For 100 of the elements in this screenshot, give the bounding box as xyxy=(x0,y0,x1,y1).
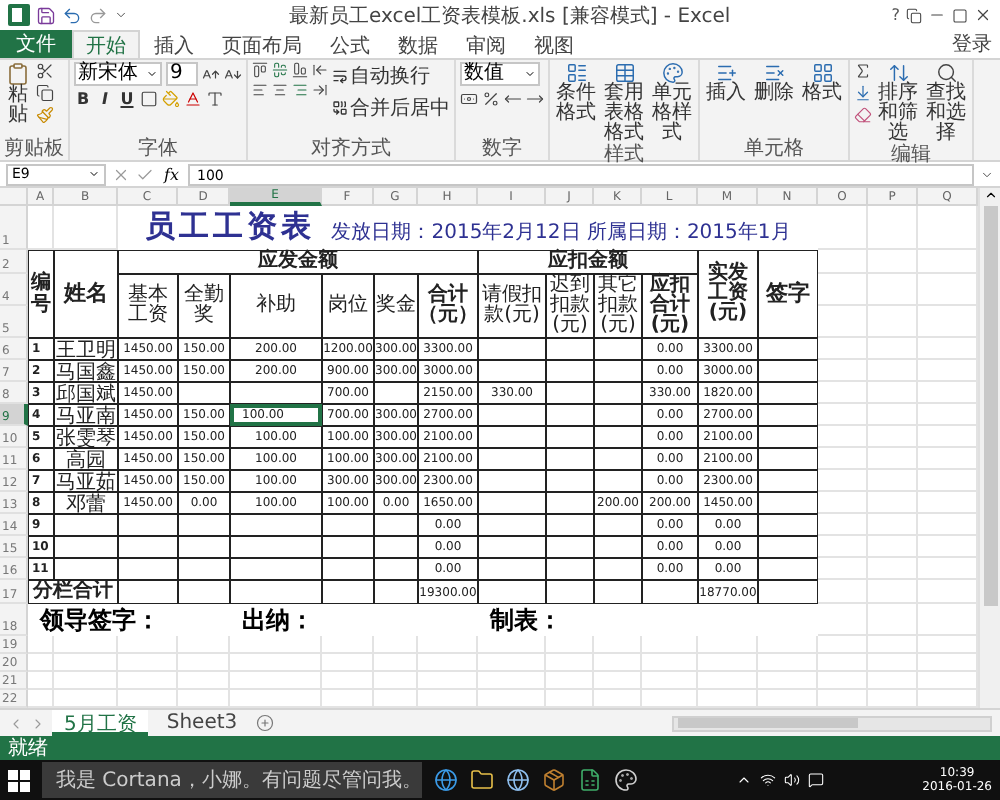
sheet-cell[interactable] xyxy=(868,306,918,338)
sheet-cell[interactable] xyxy=(868,382,918,404)
table-cell[interactable] xyxy=(758,338,818,360)
cancel-icon[interactable] xyxy=(112,165,130,183)
table-cell[interactable] xyxy=(546,448,594,470)
cells-button[interactable]: 插入 xyxy=(704,62,748,104)
maximize-icon[interactable] xyxy=(952,7,968,23)
table-cell[interactable] xyxy=(230,514,322,536)
table-cell[interactable] xyxy=(758,536,818,558)
table-cell[interactable] xyxy=(54,514,118,536)
tray-caret-icon[interactable] xyxy=(736,772,753,788)
cells-button[interactable]: 删除 xyxy=(752,62,796,104)
sheet-cell[interactable] xyxy=(478,654,546,672)
table-cell[interactable] xyxy=(478,514,546,536)
sheet-cell[interactable] xyxy=(230,654,322,672)
sheet-cell[interactable] xyxy=(868,636,918,654)
sheet-cell[interactable] xyxy=(868,558,918,580)
style-button[interactable]: 套用表格格式 xyxy=(602,62,646,144)
style-button[interactable]: 单元格样式 xyxy=(650,62,694,144)
spreadsheet-icon[interactable] xyxy=(578,768,602,792)
table-cell[interactable] xyxy=(118,580,178,604)
sheet-cell[interactable] xyxy=(818,636,868,654)
redo-icon[interactable] xyxy=(88,5,108,25)
align-middle-icon[interactable] xyxy=(272,62,288,78)
sheet-cell[interactable] xyxy=(374,672,418,690)
save-icon[interactable] xyxy=(36,5,56,25)
sheet-cell[interactable] xyxy=(868,604,918,636)
font-style-button[interactable]: U xyxy=(118,90,136,108)
table-cell[interactable] xyxy=(54,536,118,558)
package-icon[interactable] xyxy=(542,768,566,792)
table-cell[interactable] xyxy=(118,514,178,536)
close-icon[interactable] xyxy=(974,6,992,24)
table-cell[interactable] xyxy=(546,536,594,558)
add-sheet-icon[interactable] xyxy=(255,714,274,732)
sort-filter-button[interactable]: 排序和筛选 xyxy=(876,62,920,144)
table-cell[interactable] xyxy=(322,536,374,558)
table-cell[interactable] xyxy=(758,558,818,580)
table-cell[interactable] xyxy=(758,360,818,382)
table-cell[interactable] xyxy=(230,536,322,558)
sheet-cell[interactable] xyxy=(178,672,230,690)
sheet-cell[interactable] xyxy=(818,654,868,672)
wrap-text-button[interactable]: 自动换行 xyxy=(332,62,450,90)
table-cell[interactable] xyxy=(594,470,642,492)
table-cell[interactable] xyxy=(230,558,322,580)
table-cell[interactable] xyxy=(594,536,642,558)
ribbon-display-icon[interactable] xyxy=(906,7,922,23)
table-cell[interactable] xyxy=(374,514,418,536)
increase-decimal-icon[interactable] xyxy=(526,90,544,108)
style-button[interactable]: 条件格式 xyxy=(554,62,598,124)
decrease-decimal-icon[interactable] xyxy=(504,90,522,108)
sheet-cell[interactable] xyxy=(594,672,642,690)
sheet-cell[interactable] xyxy=(868,404,918,426)
table-cell[interactable] xyxy=(594,448,642,470)
table-cell[interactable] xyxy=(178,580,230,604)
sheet-cell[interactable] xyxy=(868,250,918,274)
sheet-cell[interactable] xyxy=(868,654,918,672)
table-cell[interactable] xyxy=(594,360,642,382)
sheet-cell[interactable] xyxy=(118,672,178,690)
sheet-cell[interactable] xyxy=(868,672,918,690)
align-bottom-icon[interactable] xyxy=(292,62,308,78)
sheet-cell[interactable] xyxy=(546,672,594,690)
sheet-cell[interactable] xyxy=(868,536,918,558)
table-cell[interactable] xyxy=(546,580,594,604)
increase-indent-icon[interactable] xyxy=(312,82,328,98)
sheet-cell[interactable] xyxy=(868,514,918,536)
fill-color-icon[interactable] xyxy=(162,90,180,108)
sheet-cell[interactable] xyxy=(230,672,322,690)
font-color-icon[interactable] xyxy=(184,90,202,108)
grid-icon[interactable] xyxy=(811,62,833,84)
table-cell[interactable] xyxy=(758,448,818,470)
search-icon[interactable] xyxy=(935,62,957,84)
table-cell[interactable] xyxy=(478,338,546,360)
table-cell[interactable] xyxy=(478,470,546,492)
copy-icon[interactable] xyxy=(36,84,54,102)
sheet-cell[interactable] xyxy=(546,654,594,672)
grow-font-icon[interactable] xyxy=(202,65,220,83)
table-cell[interactable] xyxy=(478,448,546,470)
cut-icon[interactable] xyxy=(36,62,54,80)
insert-rows-icon[interactable] xyxy=(715,62,737,84)
merge-center-button[interactable]: 合并后居中 xyxy=(332,94,450,122)
table-cell[interactable] xyxy=(642,580,698,604)
clear-icon[interactable] xyxy=(854,106,872,124)
expand-caret-icon[interactable] xyxy=(980,167,994,181)
windows-start-icon[interactable] xyxy=(8,769,30,791)
table-cell[interactable] xyxy=(178,514,230,536)
table-cell[interactable] xyxy=(230,382,322,404)
phonetic-icon[interactable] xyxy=(206,90,224,108)
table-cell[interactable] xyxy=(594,426,642,448)
table-cell[interactable] xyxy=(758,404,818,426)
sheet-cell[interactable] xyxy=(322,654,374,672)
sheet-cell[interactable] xyxy=(418,654,478,672)
table-cell[interactable] xyxy=(758,514,818,536)
file-tab[interactable]: 文件 xyxy=(0,30,72,58)
table-cell[interactable] xyxy=(594,580,642,604)
number-format-select[interactable]: 数值 xyxy=(460,62,540,86)
sheet-cell[interactable] xyxy=(868,274,918,306)
table-cell[interactable] xyxy=(546,360,594,382)
sheet-cell[interactable] xyxy=(868,360,918,382)
sheet-tab[interactable]: Sheet3 xyxy=(154,710,250,736)
sheet-cell[interactable] xyxy=(868,426,918,448)
